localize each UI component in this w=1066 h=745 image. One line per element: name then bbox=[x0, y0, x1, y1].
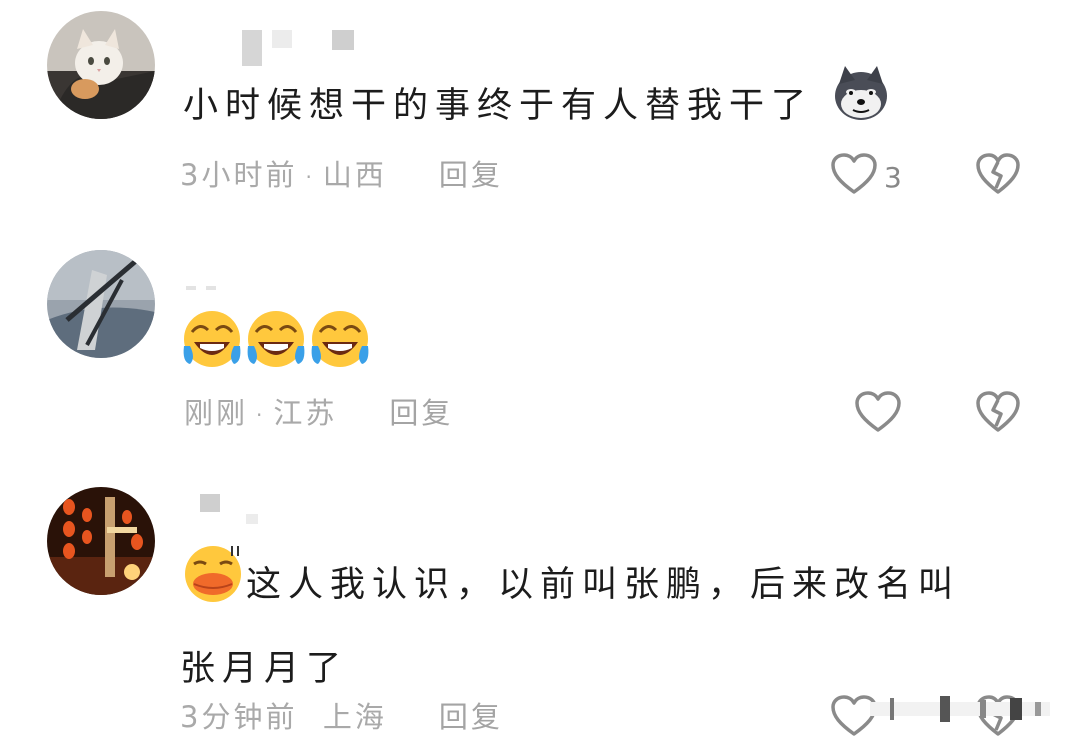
comment-location: 江苏 bbox=[273, 396, 338, 430]
heart-outline-icon bbox=[830, 152, 878, 203]
dislike-button[interactable] bbox=[975, 390, 1021, 441]
avatar[interactable] bbox=[47, 250, 155, 358]
doge-emoji bbox=[831, 64, 891, 150]
comment-time: 刚刚 bbox=[184, 396, 249, 430]
avatar[interactable] bbox=[47, 11, 155, 119]
laugh-cry-emoji bbox=[180, 306, 244, 396]
duck-lips-emoji bbox=[180, 540, 246, 632]
comment-text: 小时候想干的事终于有人替我干了 bbox=[183, 64, 891, 150]
heart-outline-icon bbox=[854, 390, 902, 441]
like-button[interactable] bbox=[854, 390, 902, 441]
comment-text: 这人我认识，以前叫张鹏，后来改名叫 张月月了 bbox=[180, 540, 960, 706]
comment-time: 3分钟前 bbox=[180, 700, 298, 734]
dislike-button[interactable] bbox=[975, 152, 1021, 203]
username-masked[interactable] bbox=[186, 286, 216, 290]
like-count: 3 bbox=[884, 161, 902, 194]
reply-button[interactable]: 回复 bbox=[439, 700, 503, 734]
like-button[interactable]: 3 bbox=[830, 152, 902, 203]
comment-text-continued: 张月月了 bbox=[180, 649, 349, 689]
separator-dot: · bbox=[305, 165, 315, 189]
broken-heart-icon bbox=[975, 152, 1021, 203]
comment-meta: 3分钟前·上海回复 bbox=[180, 694, 503, 736]
broken-heart-icon bbox=[975, 390, 1021, 441]
avatar[interactable] bbox=[47, 487, 155, 595]
comment-location: 山西 bbox=[322, 158, 387, 192]
laugh-cry-emoji bbox=[308, 306, 372, 396]
separator-dot: · bbox=[256, 403, 266, 427]
comment-meta: 3小时前 · 山西 回复 bbox=[180, 152, 503, 194]
laugh-cry-emoji bbox=[244, 306, 308, 396]
comment-time: 3小时前 bbox=[180, 158, 298, 192]
comment-location: 上海 bbox=[322, 700, 387, 734]
comment-meta: 刚刚 · 江苏 回复 bbox=[184, 390, 453, 432]
reply-button[interactable]: 回复 bbox=[389, 396, 453, 430]
username-masked[interactable] bbox=[200, 494, 258, 524]
comment-text bbox=[180, 306, 372, 396]
watermark-overlay bbox=[870, 694, 1050, 724]
reply-button[interactable]: 回复 bbox=[439, 158, 503, 192]
username-masked[interactable] bbox=[242, 30, 354, 66]
